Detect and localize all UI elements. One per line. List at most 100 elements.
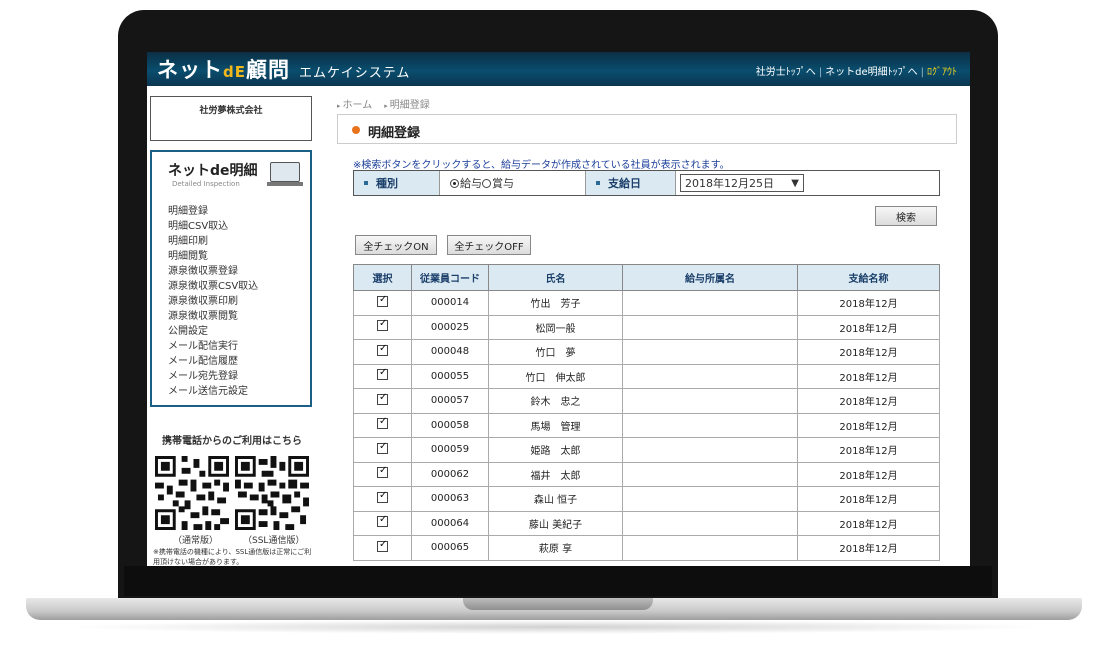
laptop-chin (124, 566, 992, 596)
cell-code: 000064 (411, 510, 489, 536)
sidebar-item-mail-history[interactable]: メール配信履歴 (168, 354, 258, 369)
cell-name: 馬場 管理 (488, 412, 623, 438)
pay-date-value: 2018年12月25日 (685, 177, 774, 190)
cell-dept (622, 510, 798, 536)
row-checkbox[interactable] (377, 490, 388, 503)
header-company-name: エムケイシステム (299, 66, 411, 81)
cell-dept (622, 412, 798, 438)
col-header-code[interactable]: 従業員コード (411, 264, 489, 291)
table-row: 000014竹出 芳子 2018年12月 (353, 290, 940, 316)
row-checkbox[interactable] (377, 416, 388, 430)
filter-date-label: 支給日 (586, 171, 676, 195)
table-row: 000064藤山 美紀子 2018年12月 (353, 510, 940, 536)
cell-name: 森山 恒子 (488, 486, 623, 512)
col-header-dept[interactable]: 給与所属名 (622, 264, 798, 291)
bullet-icon (352, 126, 360, 134)
table-row: 000048竹口 夢 2018年12月 (353, 339, 940, 365)
laptop-shadow (60, 620, 1050, 634)
laptop-notch (463, 598, 653, 610)
cell-code: 000055 (411, 363, 489, 389)
laptop-icon (267, 162, 303, 186)
qr-code-ssl (235, 456, 309, 530)
cell-name: 鈴木 忠之 (488, 388, 623, 414)
cell-payname: 2018年12月 (797, 290, 940, 316)
qr-label-normal: （通常版） (173, 536, 219, 546)
row-checkbox[interactable] (377, 392, 388, 405)
sidebar-item-meisai-view[interactable]: 明細閲覧 (168, 249, 258, 264)
row-checkbox[interactable] (377, 539, 388, 552)
link-netde-top[interactable]: ネットde明細ﾄｯﾌﾟへ (822, 67, 921, 78)
cell-dept (622, 314, 798, 340)
sidebar-item-gensen-print[interactable]: 源泉徴収票印刷 (168, 294, 258, 309)
cell-name: 竹口 伸太郎 (488, 363, 623, 389)
logout-link[interactable]: ﾛｸﾞｱｳﾄ (924, 67, 960, 78)
sidebar-item-gensen-csv[interactable]: 源泉徴収票CSV取込 (168, 279, 258, 294)
sidebar-item-mail-sender[interactable]: メール送信元設定 (168, 384, 258, 399)
check-all-on-button[interactable]: 全チェックON (355, 235, 437, 255)
cell-dept (622, 339, 798, 365)
link-sharoushi-top[interactable]: 社労士ﾄｯﾌﾟへ (753, 67, 819, 78)
qr-title: 携帯電話からのご利用はこちら (162, 436, 302, 447)
col-header-name[interactable]: 氏名 (488, 264, 623, 291)
cell-code: 000062 (411, 461, 489, 487)
row-checkbox[interactable] (377, 367, 388, 381)
app-screen: ネットdE顧問 エムケイシステム 社労士ﾄｯﾌﾟへ | ネットde明細ﾄｯﾌﾟへ | ﾛ… (147, 52, 970, 566)
cell-name: 藤山 美紀子 (488, 510, 623, 536)
pay-date-select[interactable]: 2018年12月25日 ▼ (680, 174, 804, 192)
cell-dept (622, 363, 798, 389)
table-row: 000059姫路 太郎 2018年12月 (353, 437, 940, 463)
cell-code: 000063 (411, 486, 489, 512)
cell-code: 000025 (411, 314, 489, 340)
cell-dept (622, 437, 798, 463)
col-header-select[interactable]: 選択 (353, 264, 412, 291)
cell-dept (622, 486, 798, 512)
breadcrumb-home[interactable]: ホーム (337, 100, 372, 111)
check-all-off-button[interactable]: 全チェックOFF (447, 235, 531, 255)
row-checkbox[interactable] (377, 465, 388, 479)
row-checkbox[interactable] (377, 294, 388, 307)
sidebar-list: 明細登録 明細CSV取込 明細印刷 明細閲覧 源泉徴収票登録 源泉徴収票CSV取… (168, 204, 258, 399)
sidebar-item-meisai-print[interactable]: 明細印刷 (168, 234, 258, 249)
qr-label-ssl: （SSL通信版） (243, 536, 305, 546)
logo-text-de: dE (223, 63, 246, 81)
search-button[interactable]: 検索 (875, 206, 937, 226)
cell-dept (622, 388, 798, 414)
cell-payname: 2018年12月 (797, 510, 940, 536)
radio-salary[interactable] (450, 178, 459, 188)
cell-code: 000014 (411, 290, 489, 316)
cell-name: 姫路 太郎 (488, 437, 623, 463)
row-checkbox[interactable] (377, 318, 388, 332)
sidebar-item-public-settings[interactable]: 公開設定 (168, 324, 258, 339)
qr-code-normal (155, 456, 229, 530)
row-checkbox[interactable] (377, 514, 388, 528)
col-header-payname[interactable]: 支給名称 (797, 264, 940, 291)
table-row: 000062福井 太郎 2018年12月 (353, 461, 940, 487)
sidebar-company-name: 社労夢株式会社 (199, 106, 263, 116)
cell-payname: 2018年12月 (797, 388, 940, 414)
radio-bonus[interactable] (482, 178, 491, 188)
filter-date-cell: 2018年12月25日 ▼ (676, 171, 939, 195)
cell-name: 福井 太郎 (488, 461, 623, 487)
cell-dept (622, 535, 798, 561)
row-checkbox[interactable] (377, 441, 388, 454)
sidebar-item-mail-recipients[interactable]: メール宛先登録 (168, 369, 258, 384)
sidebar-item-meisai-touroku[interactable]: 明細登録 (168, 204, 258, 219)
radio-salary-label: 給与 (460, 177, 482, 190)
cell-dept (622, 290, 798, 316)
table-row: 000025松岡一般 2018年12月 (353, 314, 940, 340)
app-logo[interactable]: ネットdE顧問 (157, 54, 290, 84)
row-checkbox[interactable] (377, 343, 388, 356)
sidebar-item-gensen-touroku[interactable]: 源泉徴収票登録 (168, 264, 258, 279)
sidebar-item-meisai-csv[interactable]: 明細CSV取込 (168, 219, 258, 234)
sidebar-menu: ネットde明細 Detailed Inspection 明細登録 明細CSV取込… (150, 150, 312, 407)
logo-text-main: ネット (157, 58, 223, 82)
sidebar-item-mail-send[interactable]: メール配信実行 (168, 339, 258, 354)
cell-payname: 2018年12月 (797, 363, 940, 389)
breadcrumb: ホーム 明細登録 (337, 96, 442, 111)
logo-text-tail: 顧問 (245, 58, 290, 82)
sidebar-item-gensen-view[interactable]: 源泉徴収票閲覧 (168, 309, 258, 324)
table-row: 000055竹口 伸太郎 2018年12月 (353, 363, 940, 389)
cell-payname: 2018年12月 (797, 339, 940, 365)
cell-code: 000058 (411, 412, 489, 438)
breadcrumb-current: 明細登録 (384, 100, 430, 111)
